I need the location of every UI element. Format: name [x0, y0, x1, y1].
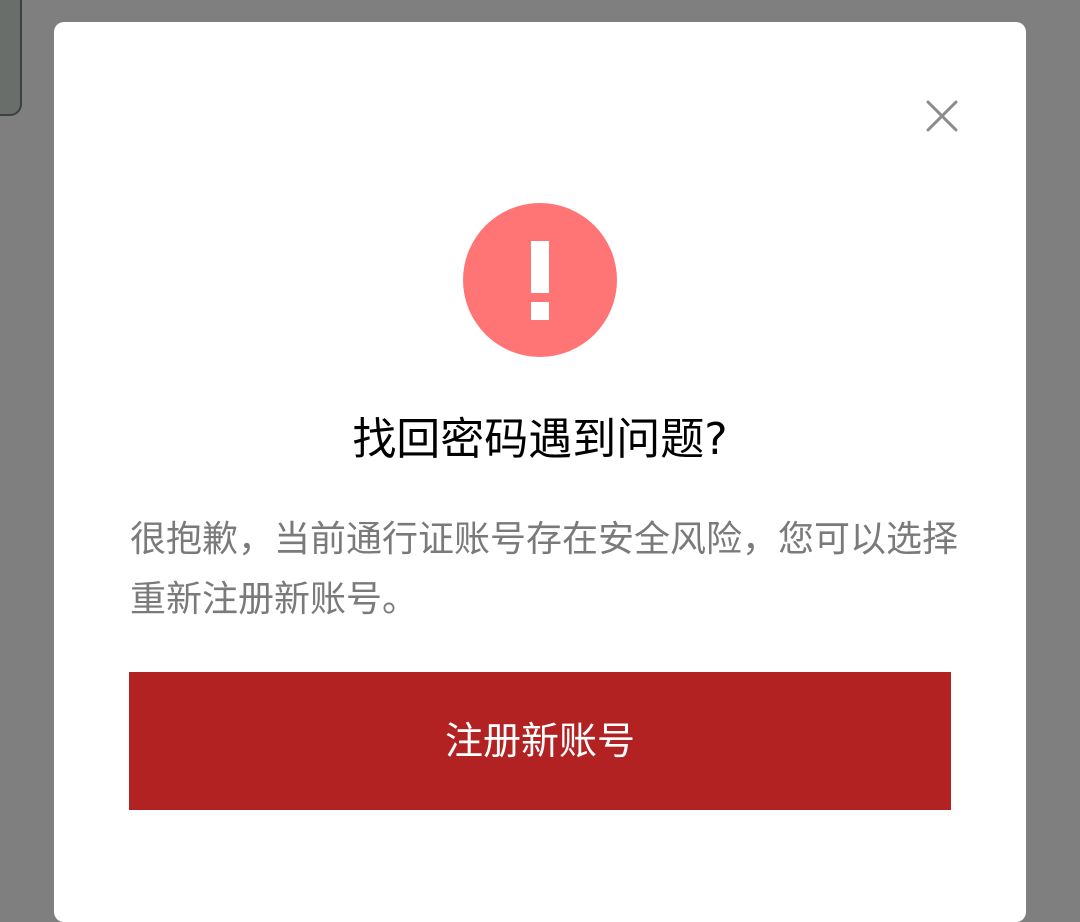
exclamation-dot — [531, 302, 549, 320]
close-icon — [926, 100, 958, 132]
background-card-edge — [0, 0, 22, 116]
register-new-account-button[interactable]: 注册新账号 — [129, 672, 951, 810]
error-dialog: 找回密码遇到问题? 很抱歉，当前通行证账号存在安全风险，您可以选择重新注册新账号… — [54, 22, 1026, 922]
exclamation-bar — [531, 241, 549, 293]
dialog-title: 找回密码遇到问题? — [352, 414, 728, 465]
dialog-message: 很抱歉，当前通行证账号存在安全风险，您可以选择重新注册新账号。 — [130, 519, 959, 620]
exclamation-icon — [463, 203, 617, 357]
close-button[interactable] — [918, 92, 966, 140]
